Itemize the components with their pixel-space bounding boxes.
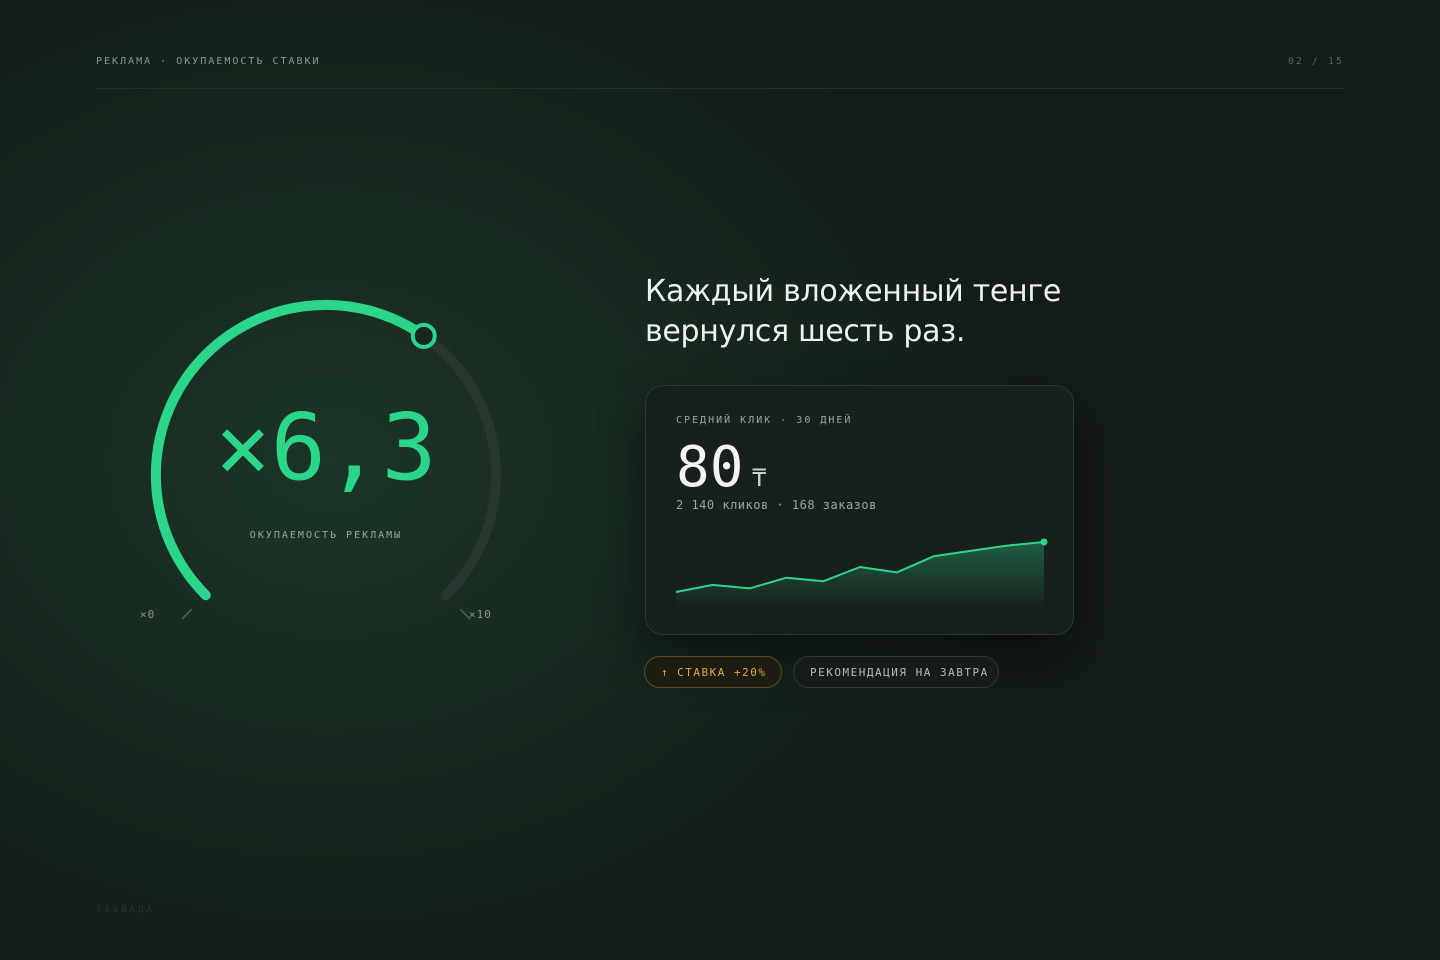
roi-gauge: ×6,3 ОКУПАЕМОСТЬ РЕКЛАМЫ ×0 ×10 bbox=[130, 280, 530, 640]
top-bar: РЕКЛАМА · ОКУПАЕМОСТЬ СТАВКИ 02 / 15 bbox=[96, 56, 1344, 89]
recommendation-chip-label: РЕКОМЕНДАЦИЯ НА ЗАВТРА bbox=[810, 665, 989, 679]
page-counter: 02 / 15 bbox=[1287, 56, 1344, 67]
gauge-min-label: ×0 bbox=[140, 608, 156, 621]
headline-line-2: вернулся шесть раз. bbox=[645, 314, 966, 349]
brand-watermark: TASBAQA bbox=[96, 905, 155, 915]
avg-click-card: СРЕДНИЙ КЛИК · 30 ДНЕЙ 80 ₸ 2 140 кликов… bbox=[645, 385, 1074, 635]
bid-chip-label: СТАВКА +20% bbox=[677, 665, 767, 679]
avg-click-value: 80 bbox=[676, 435, 744, 500]
gauge-max-label: ×10 bbox=[469, 608, 492, 621]
recommendation-chip[interactable]: РЕКОМЕНДАЦИЯ НА ЗАВТРА bbox=[793, 656, 999, 688]
tenge-icon: ₸ bbox=[752, 464, 767, 492]
roi-value: ×6,3 bbox=[215, 394, 437, 501]
gauge-knob bbox=[410, 322, 437, 349]
arrow-up-icon: ↑ bbox=[661, 665, 670, 679]
breadcrumb: РЕКЛАМА · ОКУПАЕМОСТЬ СТАВКИ bbox=[96, 56, 321, 67]
card-label: СРЕДНИЙ КЛИК · 30 ДНЕЙ bbox=[676, 415, 853, 426]
headline-line-1: Каждый вложенный тенге bbox=[645, 274, 1061, 309]
card-subtitle: 2 140 кликов · 168 заказов bbox=[676, 498, 877, 512]
gauge-caption: ОКУПАЕМОСТЬ РЕКЛАМЫ bbox=[249, 530, 403, 541]
sparkline-area bbox=[676, 542, 1044, 608]
headline: Каждый вложенный тенге вернулся шесть ра… bbox=[645, 272, 1165, 352]
gauge-min-tick bbox=[181, 608, 193, 620]
bid-increase-chip[interactable]: ↑ СТАВКА +20% bbox=[644, 656, 782, 688]
sparkline-last-point bbox=[1040, 538, 1048, 546]
